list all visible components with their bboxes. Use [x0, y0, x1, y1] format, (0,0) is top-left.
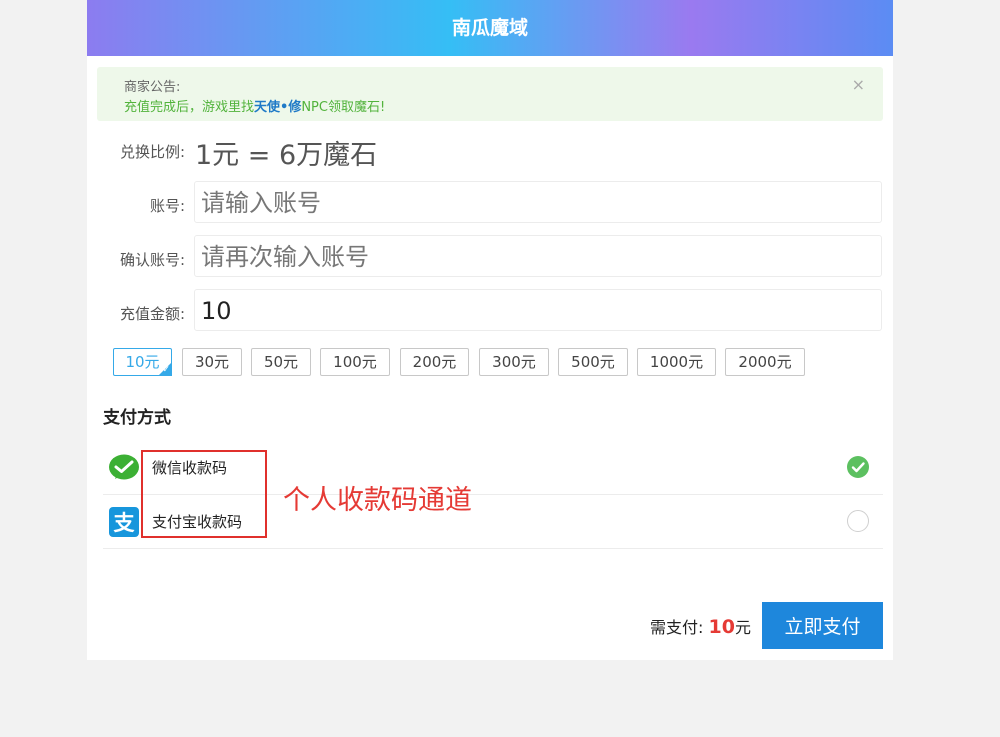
amount-option-200[interactable]: 200元 — [400, 348, 469, 376]
notice-message-suffix: NPC领取魔石! — [301, 100, 386, 115]
payment-section-title: 支付方式 — [103, 408, 171, 428]
notice-title: 商家公告: — [124, 80, 181, 95]
amount-option-500[interactable]: 500元 — [558, 348, 628, 376]
wechat-icon — [109, 454, 139, 480]
account-field — [194, 181, 882, 224]
alipay-icon: 支 — [109, 507, 139, 537]
amount-option-30[interactable]: 30元 — [182, 348, 242, 376]
page-title: 南瓜魔域 — [87, 0, 893, 56]
confirm-account-label: 确认账号: — [119, 251, 185, 269]
amount-option-1000[interactable]: 1000元 — [637, 348, 716, 376]
ratio-value: 1元 = 6万魔石 — [195, 140, 378, 171]
ratio-label: 兑换比例: — [119, 143, 185, 161]
total-amount: 需支付: 10元 — [650, 614, 751, 638]
recharge-card: 南瓜魔域 商家公告: 充值完成后，游戏里找天使•修NPC领取魔石! × 兑换比例… — [87, 0, 893, 660]
radio-unchecked-icon[interactable] — [847, 510, 869, 532]
radio-checked-icon[interactable] — [847, 456, 869, 478]
total-unit: 元 — [734, 618, 751, 637]
total-value: 10 — [708, 616, 735, 638]
annotation-note: 个人收款码通道 — [283, 485, 472, 516]
amount-option-100[interactable]: 100元 — [320, 348, 390, 376]
pay-now-button[interactable]: 立即支付 — [762, 602, 883, 649]
close-icon[interactable]: × — [852, 75, 865, 94]
amount-option-2000[interactable]: 2000元 — [725, 348, 805, 376]
annotation-box — [141, 450, 267, 538]
notice-message: 充值完成后，游戏里找天使•修NPC领取魔石! — [124, 96, 385, 115]
check-icon: ✓ — [162, 365, 170, 375]
amount-label: 充值金额: — [119, 305, 185, 323]
notice-message-prefix: 充值完成后，游戏里找 — [124, 100, 255, 115]
total-label: 需支付: — [650, 618, 704, 637]
amount-field — [194, 289, 882, 332]
confirm-account-input[interactable] — [195, 236, 863, 278]
amount-option-label: 10元 — [125, 353, 160, 371]
merchant-notice: 商家公告: 充值完成后，游戏里找天使•修NPC领取魔石! × — [97, 67, 883, 121]
account-input[interactable] — [195, 182, 863, 224]
confirm-account-field — [194, 235, 882, 278]
account-label: 账号: — [149, 197, 185, 215]
amount-option-10[interactable]: 10元 ✓ — [113, 348, 172, 376]
amount-input[interactable] — [195, 290, 863, 332]
amount-option-50[interactable]: 50元 — [251, 348, 311, 376]
notice-npc-name: 天使•修 — [254, 100, 302, 115]
amount-option-300[interactable]: 300元 — [479, 348, 549, 376]
svg-text:支: 支 — [114, 511, 136, 535]
